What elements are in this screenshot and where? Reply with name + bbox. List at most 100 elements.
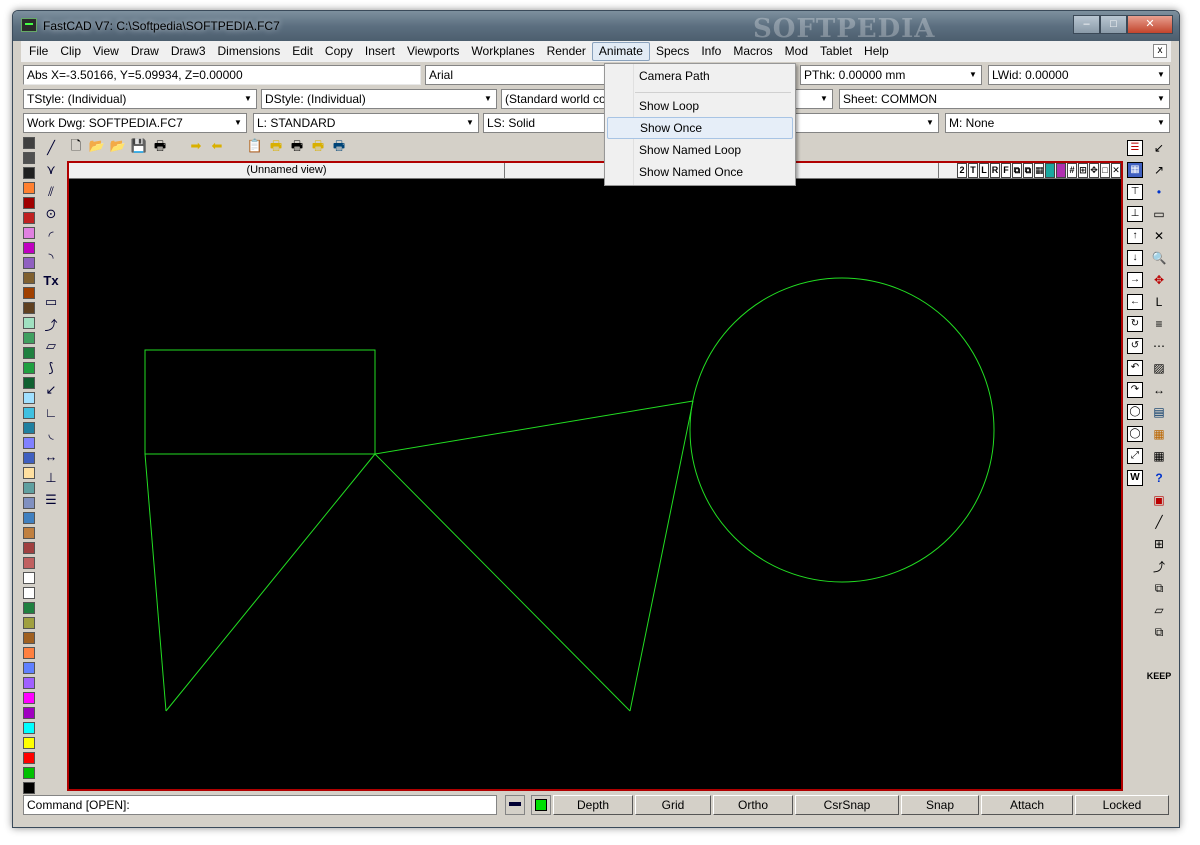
polygon-tool-icon[interactable]: ▱ [41, 335, 61, 357]
color-swatch[interactable] [23, 707, 35, 719]
color-swatch[interactable] [23, 332, 35, 344]
linestyle-combo-arrow[interactable]: ▼ [795, 113, 939, 133]
arc-3pt-tool-icon[interactable]: ◝ [41, 247, 61, 269]
viewport-close-icon[interactable]: ✕ [1111, 163, 1121, 178]
menu-show-named-loop[interactable]: Show Named Loop [607, 140, 793, 162]
rotate-cw-icon[interactable]: ↻ [1125, 313, 1145, 335]
color-swatch[interactable] [23, 512, 35, 524]
viewport-copy-icon[interactable]: ⧉ [1012, 163, 1022, 178]
arrow-down-left-icon[interactable]: ↙ [1149, 137, 1169, 159]
menu-edit[interactable]: Edit [286, 42, 319, 61]
pan-right-icon[interactable]: → [1125, 269, 1145, 291]
menu-show-named-once[interactable]: Show Named Once [607, 162, 793, 184]
view-list-icon[interactable]: ☰ [1125, 137, 1145, 159]
color-swatch[interactable] [23, 632, 35, 644]
document-close-button[interactable]: x [1153, 44, 1167, 58]
drawing-line[interactable] [374, 453, 631, 712]
color-swatch[interactable] [23, 467, 35, 479]
viewport-shade-icon[interactable] [1045, 163, 1055, 178]
coordsys-combo[interactable]: (Standard world coor [501, 89, 605, 109]
rotate-right-icon[interactable]: ↷ [1125, 379, 1145, 401]
zoom-window-icon[interactable]: ⊤ [1125, 181, 1145, 203]
pthk-combo[interactable]: PThk: 0.00000 mm ▼ [800, 65, 982, 85]
command-line[interactable]: Command [OPEN]: [23, 795, 497, 815]
viewport-2-button[interactable]: 2 [957, 163, 967, 178]
color-swatch[interactable] [23, 602, 35, 614]
dimension-icon[interactable]: ↔ [1149, 379, 1169, 401]
menu-mod[interactable]: Mod [779, 42, 814, 61]
rotate-ccw-icon[interactable]: ↺ [1125, 335, 1145, 357]
menu-insert[interactable]: Insert [359, 42, 401, 61]
orbit-icon[interactable]: ◯ [1125, 401, 1145, 423]
line-tool-icon[interactable]: ╱ [41, 137, 61, 159]
color-swatch[interactable] [23, 497, 35, 509]
grid-button[interactable]: Grid [635, 795, 711, 815]
color-swatch[interactable] [23, 647, 35, 659]
drawing-line[interactable] [144, 453, 167, 712]
linear-dim-tool-icon[interactable]: ↔ [41, 445, 61, 467]
menu-view[interactable]: View [87, 42, 125, 61]
viewport-move-icon[interactable]: ✥ [1089, 163, 1099, 178]
layer-combo[interactable]: L: STANDARD ▼ [253, 113, 479, 133]
drawing-line[interactable] [165, 453, 376, 712]
color-swatch[interactable] [23, 752, 35, 764]
material-combo[interactable]: M: None ▼ [945, 113, 1170, 133]
color-swatch[interactable] [23, 437, 35, 449]
menu-camera-path[interactable]: Camera Path [607, 66, 793, 88]
cursor-arrow-icon[interactable] [505, 795, 525, 815]
color-swatch[interactable] [23, 452, 35, 464]
color-swatch[interactable] [23, 407, 35, 419]
color-swatch[interactable] [23, 302, 35, 314]
pan-left-icon[interactable]: ← [1125, 291, 1145, 313]
table-icon[interactable]: ▤ [1149, 401, 1169, 423]
menu-draw3[interactable]: Draw3 [165, 42, 212, 61]
viewport-pan-icon[interactable]: ▦ [1034, 163, 1044, 178]
current-color-swatch[interactable] [531, 795, 551, 815]
viewport-duplicate-icon[interactable]: ⧉ [1023, 163, 1033, 178]
print-zoom-icon[interactable]: 🖶 [330, 137, 348, 155]
text-tool-icon[interactable]: Tx [41, 269, 61, 291]
depth-button[interactable]: Depth [553, 795, 633, 815]
plot-icon[interactable]: 🖶 [288, 137, 306, 155]
title-bar[interactable]: FastCAD V7: C:\Softpedia\SOFTPEDIA.FC7 S… [13, 11, 1179, 44]
bezier-icon[interactable]: ⤴ [1149, 555, 1169, 577]
tstyle-combo[interactable]: TStyle: (Individual) ▼ [23, 89, 257, 109]
curve-tool-icon[interactable]: ⟆ [41, 357, 61, 379]
workdwg-combo[interactable]: Work Dwg: SOFTPEDIA.FC7 ▼ [23, 113, 247, 133]
pan-up-icon[interactable]: ↑ [1125, 225, 1145, 247]
save-icon[interactable]: 💾 [130, 137, 148, 155]
color-swatch[interactable] [23, 287, 35, 299]
menu-render[interactable]: Render [541, 42, 592, 61]
diagonal-hatch-icon[interactable]: ▨ [1149, 357, 1169, 379]
arrow-up-right-icon[interactable]: ↗ [1149, 159, 1169, 181]
cross-select-icon[interactable]: ✕ [1149, 225, 1169, 247]
csrsnap-button[interactable]: CsrSnap [795, 795, 899, 815]
maximize-button[interactable]: □ [1100, 15, 1127, 34]
pan-down-icon[interactable]: ↓ [1125, 247, 1145, 269]
menu-help[interactable]: Help [858, 42, 895, 61]
viewport-grid-icon[interactable]: # [1067, 163, 1077, 178]
menu-viewports[interactable]: Viewports [401, 42, 465, 61]
new-file-icon[interactable]: 🗋 [67, 137, 85, 155]
corner-tool-icon[interactable]: ∟ [41, 401, 61, 423]
attach-button[interactable]: Attach [981, 795, 1073, 815]
menu-dimensions[interactable]: Dimensions [212, 42, 287, 61]
color-swatch[interactable] [23, 197, 35, 209]
zoom-diagonal-icon[interactable]: ⤢ [1125, 445, 1145, 467]
arrow-left-icon[interactable]: ⬅ [208, 137, 226, 155]
viewport-maximize-icon[interactable]: □ [1100, 163, 1110, 178]
font-combo[interactable]: Arial [425, 65, 605, 85]
coordsys-combo-arrow[interactable]: ▼ [795, 89, 833, 109]
fastcad-app-icon[interactable] [21, 18, 37, 32]
print-icon[interactable]: 🖶 [151, 137, 169, 155]
lwid-combo[interactable]: LWid: 0.00000 ▼ [988, 65, 1170, 85]
color-view-icon[interactable]: ▦ [1125, 159, 1145, 181]
menu-file[interactable]: File [23, 42, 54, 61]
arrow-right-icon[interactable]: ➡ [187, 137, 205, 155]
viewport-front-button[interactable]: F [1001, 163, 1011, 178]
color-swatch[interactable] [23, 557, 35, 569]
move-icon[interactable]: ✥ [1149, 269, 1169, 291]
polyline-tool-icon[interactable]: ⋎ [41, 159, 61, 181]
clipboard-icon[interactable]: 📋 [246, 137, 264, 155]
help-icon[interactable]: ? [1149, 467, 1169, 489]
